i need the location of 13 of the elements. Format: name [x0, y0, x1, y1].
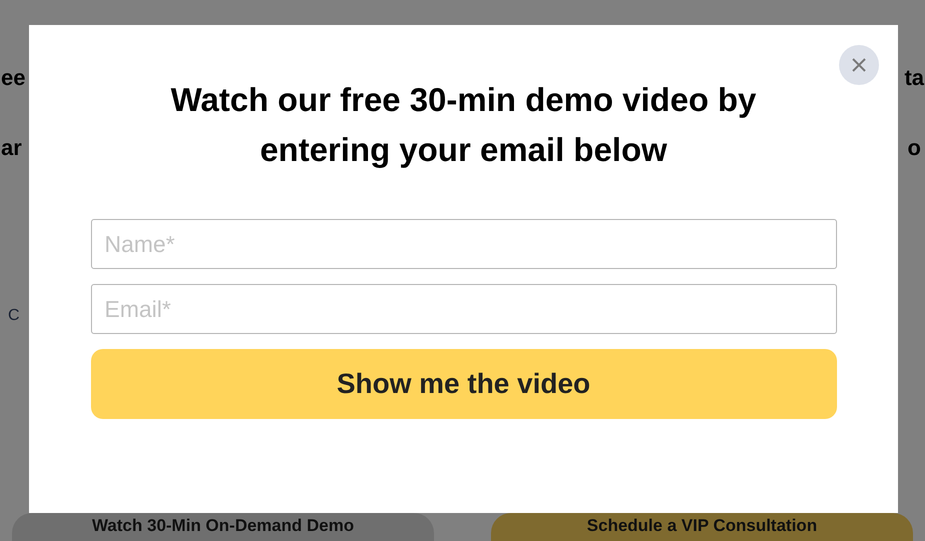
text-field[interactable]: Email* [90, 284, 836, 334]
close-button[interactable] [839, 45, 879, 85]
cta-button[interactable]: Schedule a VIP Consultation [491, 513, 913, 541]
heading-fragment: ee [1, 67, 26, 89]
heading-fragment: o [908, 137, 921, 159]
modal-title: Watch our free 30-min demo video by entering your email below [170, 80, 758, 170]
cta-button[interactable]: Watch 30-Min On-Demand Demo [12, 513, 434, 541]
submit-button[interactable]: Show me the video [90, 349, 836, 419]
close-icon [851, 57, 867, 73]
heading-fragment: ta [904, 67, 924, 89]
text-fragment: C [8, 306, 20, 326]
heading-fragment: ar [1, 137, 22, 159]
text-field[interactable]: Name* [90, 219, 836, 269]
